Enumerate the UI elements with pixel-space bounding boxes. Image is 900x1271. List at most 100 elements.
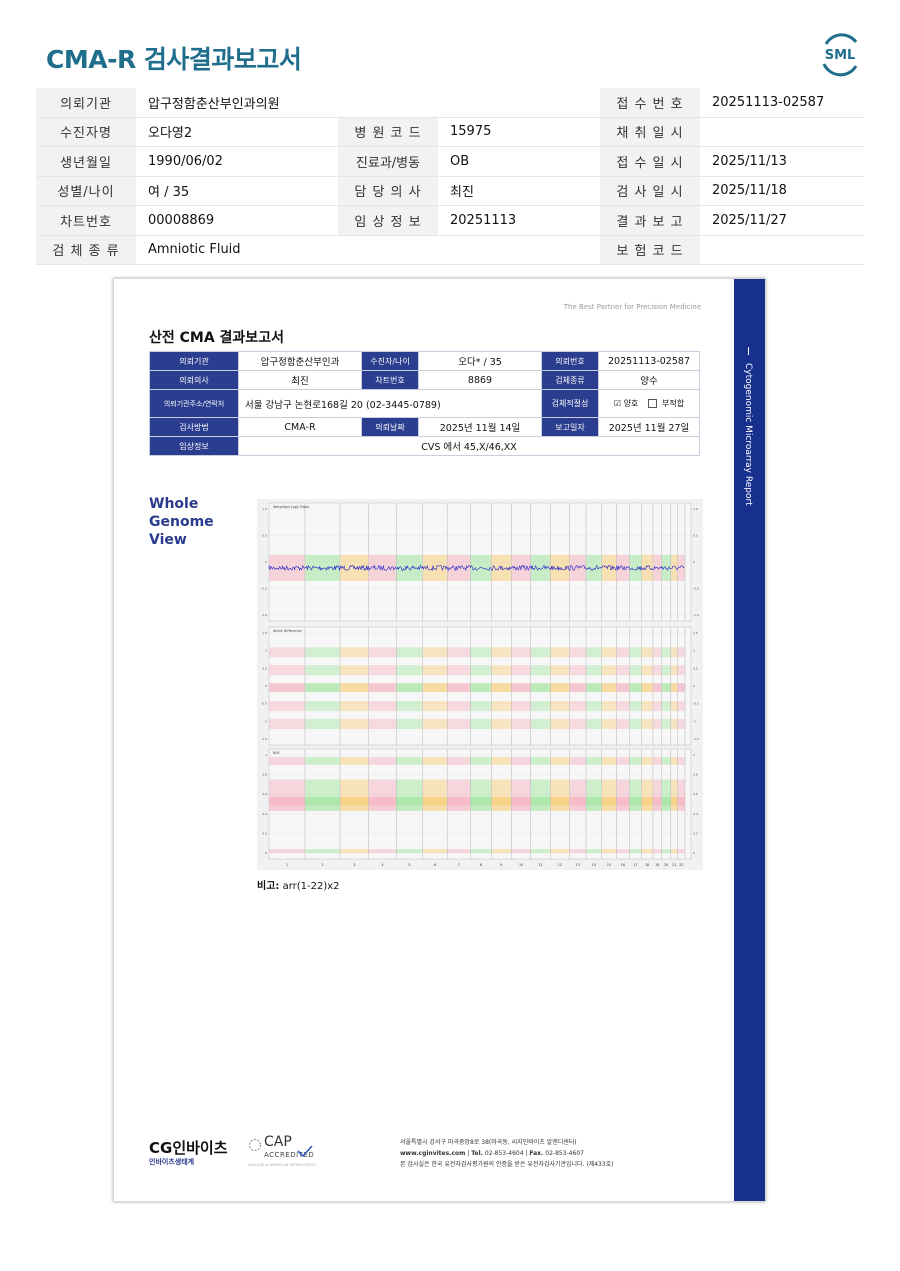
y-tick-label: -0.5	[693, 587, 699, 591]
sex-age-value: 여 / 35	[136, 176, 338, 206]
y-tick-label: 0.5	[262, 534, 267, 538]
allele-band	[396, 718, 423, 729]
panel-title: Allele Difference	[273, 629, 302, 633]
chromosome-label: 13	[576, 863, 580, 867]
baf-band	[269, 756, 305, 765]
allele-band	[677, 683, 685, 693]
chromosome-band	[601, 554, 617, 581]
allele-band	[601, 701, 617, 712]
chromosome-label: 9	[500, 863, 502, 867]
address-value: 서울 강남구 논현로168길 20 (02-3445-0789)	[238, 389, 542, 418]
allele-band	[269, 718, 305, 729]
allele-band	[550, 665, 570, 676]
y-tick-label: -1	[693, 719, 696, 723]
allele-band	[586, 701, 602, 712]
allele-band	[586, 647, 602, 658]
report-sidebar: Cytogenomic Microarray Report	[734, 279, 765, 1201]
cap-fine-print: COLLEGE of AMERICAN PATHOLOGISTS	[248, 1163, 316, 1167]
allele-band	[422, 683, 447, 693]
chromosome-label: 6	[434, 863, 436, 867]
adequacy-ok-checkbox: ☑	[613, 399, 622, 408]
cert-line: 본 검사실은 한국 유전자검사평가원의 인증을 받은 유전자검사기관입니다. (…	[400, 1161, 614, 1168]
chromosome-band	[470, 554, 491, 581]
baf-band	[396, 756, 423, 765]
y-tick-label: 0.4	[693, 812, 698, 816]
patient-label: 수진자명	[36, 117, 136, 147]
table-row: 차트번호 00008869 임 상 정 보 20251113 결 과 보 고 2…	[36, 205, 864, 236]
allele-band	[340, 647, 369, 658]
panel-title: BAF	[273, 751, 280, 755]
allele-band	[491, 683, 511, 693]
allele-band	[396, 683, 423, 693]
allele-band	[269, 647, 305, 658]
baf-band	[368, 797, 396, 811]
y-tick-label: 0.5	[693, 666, 698, 670]
address-line: 서울특별시 강서구 마곡중앙8로 38(마곡동, 씨지인바이츠 알앤디센터)	[400, 1139, 577, 1146]
clinical-label: 임 상 정 보	[338, 205, 438, 236]
cg-invites-logo: CG인바이츠	[149, 1139, 228, 1157]
chromosome-label: 18	[645, 863, 649, 867]
baf-band	[586, 797, 602, 811]
sidebar-divider	[748, 347, 749, 355]
allele-band	[671, 701, 678, 712]
allele-band	[653, 665, 662, 676]
allele-band	[530, 701, 550, 712]
allele-band	[677, 701, 685, 712]
baf-band	[671, 756, 678, 765]
allele-band	[530, 665, 550, 676]
table-row: 임상정보 CVS 에서 45,X/46,XX	[149, 436, 700, 456]
allele-band	[601, 718, 617, 729]
baf-band	[470, 797, 491, 811]
y-tick-label: 0	[265, 851, 267, 855]
method-label: 검사방법	[149, 417, 239, 437]
embedded-report-page: Cytogenomic Microarray Report The Best P…	[113, 278, 766, 1202]
table-row: 의뢰의사 최진 차트번호 8869 검체종류 양수	[149, 370, 700, 390]
doctor-value: 최진	[238, 370, 362, 390]
chromosome-label: 3	[353, 863, 355, 867]
table-row: 성별/나이 여 / 35 담 당 의 사 최진 검 사 일 시 2025/11/…	[36, 176, 864, 206]
y-tick-label: -0.5	[261, 587, 267, 591]
chromosome-band	[641, 554, 653, 581]
baf-band	[447, 849, 470, 854]
allele-band	[491, 665, 511, 676]
baf-band	[569, 797, 586, 811]
allele-band	[550, 701, 570, 712]
allele-band	[616, 701, 630, 712]
baf-band	[491, 756, 511, 765]
y-tick-label: 1	[693, 753, 695, 757]
allele-band	[470, 665, 491, 676]
y-tick-label: 0.2	[693, 831, 698, 835]
receipt-no-value: 20251113-02587	[700, 88, 864, 118]
patient-label: 수진자/나이	[361, 351, 419, 371]
baf-band	[601, 849, 617, 854]
adequacy-label: 검체적절성	[541, 389, 599, 418]
table-row: 수진자명 오다영2 병 원 코 드 15975 채 취 일 시	[36, 117, 864, 147]
allele-band	[470, 683, 491, 693]
footer-address: 서울특별시 강서구 마곡중앙8로 38(마곡동, 씨지인바이츠 알앤디센터) w…	[400, 1137, 614, 1170]
baf-band	[586, 849, 602, 854]
cap-logo-icon	[248, 1138, 262, 1152]
allele-band	[340, 683, 369, 693]
baf-band	[616, 797, 630, 811]
y-tick-label: 0.4	[262, 812, 267, 816]
baf-band	[305, 797, 340, 811]
baf-band	[661, 797, 671, 811]
y-tick-label: 0.5	[262, 666, 267, 670]
allele-band	[616, 683, 630, 693]
reqdate-label: 의뢰날짜	[361, 417, 419, 437]
y-tick-label: 0.6	[262, 792, 267, 796]
allele-band	[422, 665, 447, 676]
baf-band	[586, 756, 602, 765]
baf-band	[340, 849, 369, 854]
allele-band	[511, 701, 531, 712]
y-tick-label: -1.5	[261, 737, 267, 741]
allele-band	[422, 701, 447, 712]
y-tick-label: 0.6	[693, 792, 698, 796]
table-row: 검사방법 CMA-R 의뢰날짜 2025년 11월 14일 보고일자 2025년…	[149, 417, 700, 437]
chromosome-label: 2	[321, 863, 323, 867]
repdate-label: 보고일자	[541, 417, 599, 437]
birth-label: 생년월일	[36, 146, 136, 177]
allele-band	[368, 647, 396, 658]
chromosome-label: 4	[381, 863, 383, 867]
baf-band	[305, 849, 340, 854]
